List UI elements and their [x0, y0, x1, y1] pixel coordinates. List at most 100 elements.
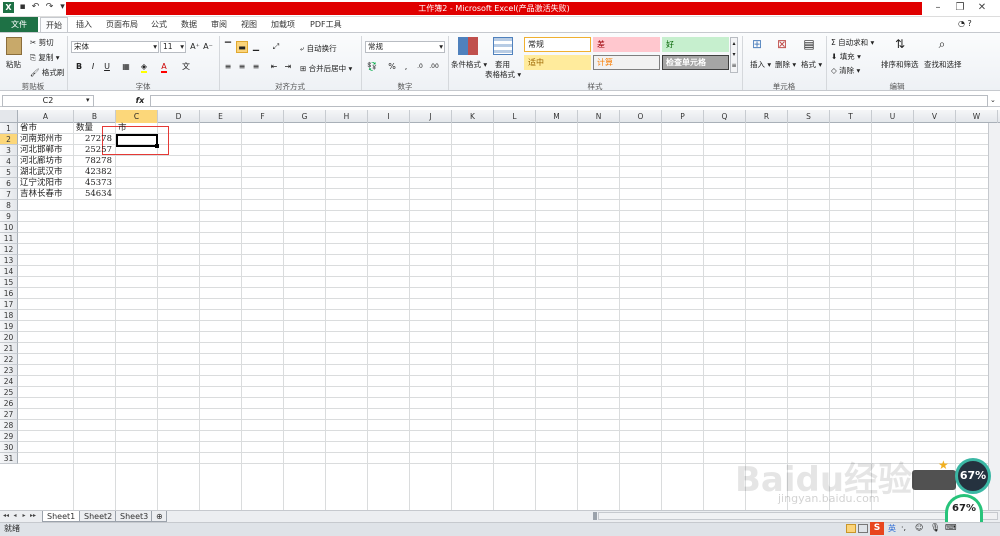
- font-size-select[interactable]: 11 ▾: [160, 41, 186, 53]
- row-header[interactable]: 27: [0, 409, 18, 420]
- font-color-icon[interactable]: A: [158, 61, 170, 73]
- column-header-r[interactable]: R: [746, 110, 788, 123]
- cell-b7[interactable]: 54634: [76, 189, 114, 200]
- ime-punct-icon[interactable]: ·,: [901, 523, 906, 532]
- underline-button[interactable]: U: [101, 61, 113, 73]
- save-icon[interactable]: ▪: [17, 2, 28, 13]
- align-middle-icon[interactable]: ▬: [236, 41, 248, 53]
- restore-icon[interactable]: ❐: [950, 1, 970, 15]
- first-sheet-icon[interactable]: ◂◂: [2, 512, 10, 520]
- cell-a7[interactable]: 吉林长春市: [20, 189, 72, 200]
- cut-button[interactable]: ✂ 剪切: [30, 37, 54, 48]
- column-header-k[interactable]: K: [452, 110, 494, 123]
- row-header[interactable]: 1: [0, 123, 18, 134]
- cell-a6[interactable]: 辽宁沈阳市: [20, 178, 72, 189]
- row-header[interactable]: 11: [0, 233, 18, 244]
- column-header-h[interactable]: H: [326, 110, 368, 123]
- conditional-format-icon[interactable]: [458, 37, 478, 55]
- grow-font-icon[interactable]: A⁺: [189, 41, 201, 53]
- align-right-icon[interactable]: ≡: [250, 61, 262, 73]
- column-header-c[interactable]: C: [116, 110, 158, 123]
- cell-b3[interactable]: 25257: [76, 145, 114, 156]
- row-header[interactable]: 29: [0, 431, 18, 442]
- tab-pdf-tools[interactable]: PDF工具: [305, 17, 347, 32]
- row-header[interactable]: 26: [0, 398, 18, 409]
- fill-color-icon[interactable]: ◈: [138, 61, 150, 73]
- column-header-u[interactable]: U: [872, 110, 914, 123]
- sort-filter-icon[interactable]: ⇅: [894, 38, 906, 50]
- font-name-select[interactable]: 宋体 ▾: [71, 41, 159, 53]
- sogou-ime-icon[interactable]: S: [870, 522, 884, 535]
- cell-a2[interactable]: 河南郑州市: [20, 134, 72, 145]
- row-header[interactable]: 25: [0, 387, 18, 398]
- shrink-font-icon[interactable]: A⁻: [202, 41, 214, 53]
- excel-app-icon[interactable]: X: [3, 2, 14, 13]
- italic-button[interactable]: I: [87, 61, 99, 73]
- binoculars-icon[interactable]: ⌕: [936, 38, 948, 50]
- row-header[interactable]: 31: [0, 453, 18, 464]
- format-painter-button[interactable]: 🖌 格式刷: [30, 67, 64, 78]
- delete-cells-button[interactable]: 删除 ▾: [775, 59, 796, 70]
- cell-b4[interactable]: 78278: [76, 156, 114, 167]
- column-header-n[interactable]: N: [578, 110, 620, 123]
- insert-cells-icon[interactable]: ⊞: [751, 38, 763, 50]
- percent-button[interactable]: %: [386, 61, 398, 73]
- tab-view[interactable]: 视图: [236, 17, 262, 32]
- cell-b1[interactable]: 数量: [76, 123, 114, 134]
- select-all-corner[interactable]: [0, 110, 18, 123]
- row-header[interactable]: 4: [0, 156, 18, 167]
- name-box-dropdown-icon[interactable]: ▾: [86, 96, 90, 104]
- keyboard-icon[interactable]: ⌨: [945, 523, 957, 532]
- decrease-decimal-icon[interactable]: .00: [428, 61, 440, 73]
- tab-data[interactable]: 数据: [176, 17, 202, 32]
- name-box[interactable]: C2: [2, 95, 94, 107]
- column-header-s[interactable]: S: [788, 110, 830, 123]
- row-header[interactable]: 21: [0, 343, 18, 354]
- number-format-select[interactable]: 常规 ▾: [365, 41, 445, 53]
- last-sheet-icon[interactable]: ▸▸: [29, 512, 37, 520]
- row-header[interactable]: 12: [0, 244, 18, 255]
- minimize-icon[interactable]: –: [928, 1, 948, 15]
- redo-icon[interactable]: ↷: [44, 2, 55, 13]
- fill-button[interactable]: ⬇ 填充 ▾: [831, 51, 861, 62]
- microphone-icon[interactable]: 🎙: [930, 523, 940, 532]
- expand-formula-bar-icon[interactable]: ⌄: [990, 96, 996, 104]
- sheet-tab-sheet2[interactable]: Sheet2: [79, 511, 118, 522]
- tab-addins[interactable]: 加载项: [266, 17, 300, 32]
- column-header-e[interactable]: E: [200, 110, 242, 123]
- row-header[interactable]: 9: [0, 211, 18, 222]
- row-header[interactable]: 18: [0, 310, 18, 321]
- row-header[interactable]: 19: [0, 321, 18, 332]
- cell-a5[interactable]: 湖北武汉市: [20, 167, 72, 178]
- column-header-i[interactable]: I: [368, 110, 410, 123]
- wrap-text-button[interactable]: ⤶ 自动换行: [300, 43, 337, 54]
- row-header[interactable]: 3: [0, 145, 18, 156]
- next-sheet-icon[interactable]: ▸: [20, 512, 28, 520]
- increase-indent-icon[interactable]: ⇥: [282, 61, 294, 73]
- delete-cells-icon[interactable]: ⊠: [776, 38, 788, 50]
- insert-sheet-icon[interactable]: ⊕: [151, 511, 167, 522]
- orientation-icon[interactable]: ⤢: [270, 41, 282, 53]
- column-header-g[interactable]: G: [284, 110, 326, 123]
- row-header[interactable]: 24: [0, 376, 18, 387]
- column-header-v[interactable]: V: [914, 110, 956, 123]
- row-header[interactable]: 17: [0, 299, 18, 310]
- cell-b5[interactable]: 42382: [76, 167, 114, 178]
- conditional-format-button[interactable]: 条件格式 ▾: [451, 59, 487, 70]
- cell-style-item[interactable]: 常规: [524, 37, 591, 52]
- align-top-icon[interactable]: ▔: [222, 41, 234, 53]
- copy-button[interactable]: ⎘ 复制 ▾: [30, 52, 60, 63]
- clear-button[interactable]: ◇ 清除 ▾: [831, 65, 860, 76]
- column-header-m[interactable]: M: [536, 110, 578, 123]
- column-header-j[interactable]: J: [410, 110, 452, 123]
- align-center-icon[interactable]: ≡: [236, 61, 248, 73]
- cell-style-item[interactable]: 适中: [524, 55, 591, 70]
- floating-widget[interactable]: [912, 470, 956, 490]
- column-header-t[interactable]: T: [830, 110, 872, 123]
- row-header[interactable]: 8: [0, 200, 18, 211]
- cell-style-item[interactable]: 好: [662, 37, 729, 52]
- autosum-button[interactable]: Σ 自动求和 ▾: [831, 37, 874, 48]
- format-cells-button[interactable]: 格式 ▾: [801, 59, 822, 70]
- row-header[interactable]: 2: [0, 134, 18, 145]
- column-header-d[interactable]: D: [158, 110, 200, 123]
